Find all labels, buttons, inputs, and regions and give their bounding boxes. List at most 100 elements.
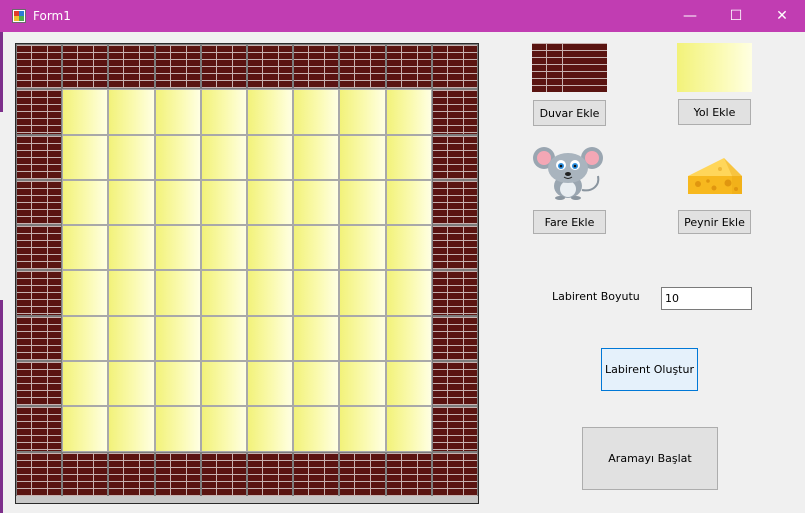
maze-wall-cell[interactable] — [431, 225, 478, 271]
maze-road-cell[interactable] — [200, 179, 247, 226]
maze-road-cell[interactable] — [293, 225, 340, 271]
maze-road-cell[interactable] — [200, 406, 247, 452]
maze-wall-cell[interactable] — [62, 451, 109, 497]
maze-road-cell[interactable] — [246, 361, 294, 407]
maze-road-cell[interactable] — [108, 89, 155, 135]
add-wall-button[interactable]: Duvar Ekle — [533, 100, 606, 126]
maze-road-cell[interactable] — [154, 406, 201, 452]
maximize-button[interactable]: ☐ — [713, 0, 759, 32]
maze-scrollbar[interactable] — [16, 496, 478, 503]
maze-road-cell[interactable] — [200, 89, 247, 135]
maze-wall-cell[interactable] — [16, 315, 63, 362]
maze-wall-cell[interactable] — [16, 225, 63, 271]
maze-road-cell[interactable] — [62, 361, 109, 407]
maze-road-cell[interactable] — [293, 406, 340, 452]
maze-road-cell[interactable] — [385, 225, 432, 271]
maze-wall-cell[interactable] — [154, 44, 201, 90]
maze-wall-cell[interactable] — [200, 451, 247, 497]
maze-wall-cell[interactable] — [431, 406, 478, 452]
maze-road-cell[interactable] — [108, 270, 155, 316]
maze-road-cell[interactable] — [339, 361, 386, 407]
maze-grid[interactable] — [16, 44, 478, 497]
maze-road-cell[interactable] — [339, 89, 386, 135]
close-button[interactable]: ✕ — [759, 0, 805, 32]
maze-road-cell[interactable] — [385, 179, 432, 226]
maze-road-cell[interactable] — [108, 225, 155, 271]
maze-road-cell[interactable] — [62, 406, 109, 452]
maze-road-cell[interactable] — [246, 315, 294, 362]
maze-road-cell[interactable] — [62, 89, 109, 135]
maze-road-cell[interactable] — [246, 134, 294, 180]
maze-wall-cell[interactable] — [339, 451, 386, 497]
maze-road-cell[interactable] — [154, 225, 201, 271]
maze-road-cell[interactable] — [108, 361, 155, 407]
maze-road-cell[interactable] — [154, 134, 201, 180]
maze-road-cell[interactable] — [108, 134, 155, 180]
maze-wall-cell[interactable] — [16, 134, 63, 180]
maze-road-cell[interactable] — [246, 179, 294, 226]
maze-wall-cell[interactable] — [62, 44, 109, 90]
maze-road-cell[interactable] — [293, 270, 340, 316]
maze-road-cell[interactable] — [246, 89, 294, 135]
maze-road-cell[interactable] — [108, 406, 155, 452]
maze-road-cell[interactable] — [62, 225, 109, 271]
maze-wall-cell[interactable] — [385, 451, 432, 497]
maze-road-cell[interactable] — [62, 270, 109, 316]
maze-wall-cell[interactable] — [431, 361, 478, 407]
maze-wall-cell[interactable] — [431, 270, 478, 316]
maze-wall-cell[interactable] — [108, 451, 155, 497]
maze-road-cell[interactable] — [62, 134, 109, 180]
maze-road-cell[interactable] — [62, 315, 109, 362]
maze-wall-cell[interactable] — [385, 44, 432, 90]
maze-wall-cell[interactable] — [431, 179, 478, 226]
maze-road-cell[interactable] — [108, 179, 155, 226]
maze-wall-cell[interactable] — [16, 361, 63, 407]
maze-road-cell[interactable] — [293, 179, 340, 226]
maze-road-cell[interactable] — [339, 315, 386, 362]
maze-wall-cell[interactable] — [16, 451, 63, 497]
maze-wall-cell[interactable] — [431, 44, 478, 90]
maze-road-cell[interactable] — [385, 89, 432, 135]
maze-road-cell[interactable] — [293, 89, 340, 135]
maze-wall-cell[interactable] — [154, 451, 201, 497]
maze-wall-cell[interactable] — [293, 451, 340, 497]
maze-road-cell[interactable] — [293, 361, 340, 407]
maze-wall-cell[interactable] — [431, 451, 478, 497]
maze-wall-cell[interactable] — [16, 179, 63, 226]
maze-wall-cell[interactable] — [246, 451, 294, 497]
maze-road-cell[interactable] — [246, 225, 294, 271]
maze-road-cell[interactable] — [62, 179, 109, 226]
maze-road-cell[interactable] — [385, 406, 432, 452]
start-search-button[interactable]: Aramayı Başlat — [582, 427, 718, 490]
maze-road-cell[interactable] — [339, 270, 386, 316]
maze-road-cell[interactable] — [293, 315, 340, 362]
maze-size-input[interactable] — [661, 287, 752, 310]
maze-road-cell[interactable] — [154, 179, 201, 226]
maze-road-cell[interactable] — [154, 315, 201, 362]
maze-road-cell[interactable] — [385, 361, 432, 407]
maze-wall-cell[interactable] — [339, 44, 386, 90]
maze-panel[interactable] — [15, 43, 479, 504]
maze-road-cell[interactable] — [339, 225, 386, 271]
maze-road-cell[interactable] — [385, 270, 432, 316]
minimize-button[interactable]: — — [667, 0, 713, 32]
maze-road-cell[interactable] — [385, 315, 432, 362]
maze-wall-cell[interactable] — [431, 315, 478, 362]
maze-road-cell[interactable] — [154, 270, 201, 316]
add-mouse-button[interactable]: Fare Ekle — [533, 210, 606, 234]
maze-wall-cell[interactable] — [16, 406, 63, 452]
maze-road-cell[interactable] — [293, 134, 340, 180]
maze-wall-cell[interactable] — [246, 44, 294, 90]
maze-wall-cell[interactable] — [293, 44, 340, 90]
maze-road-cell[interactable] — [200, 361, 247, 407]
maze-road-cell[interactable] — [108, 315, 155, 362]
maze-road-cell[interactable] — [385, 134, 432, 180]
maze-wall-cell[interactable] — [16, 270, 63, 316]
maze-road-cell[interactable] — [154, 89, 201, 135]
maze-road-cell[interactable] — [339, 179, 386, 226]
maze-road-cell[interactable] — [339, 406, 386, 452]
maze-road-cell[interactable] — [246, 406, 294, 452]
maze-road-cell[interactable] — [200, 134, 247, 180]
maze-road-cell[interactable] — [200, 225, 247, 271]
maze-wall-cell[interactable] — [16, 89, 63, 135]
